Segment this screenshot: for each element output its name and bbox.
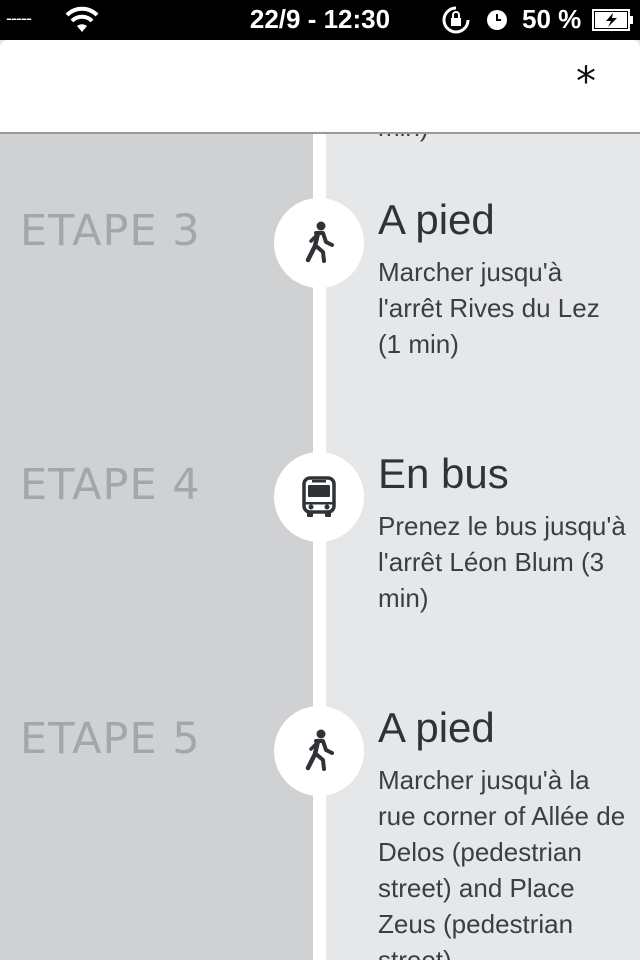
- step-marker: [274, 452, 364, 542]
- battery-charging-icon: [592, 9, 633, 31]
- status-bar: ----- 22/9 - 12:30 50 %: [0, 0, 640, 40]
- step-label: ETAPE 3: [20, 206, 201, 256]
- step-title: A pied: [378, 196, 495, 243]
- navigation-bar: *: [0, 40, 640, 134]
- step-description: Marcher jusqu'à la rue corner of Allée d…: [378, 765, 626, 960]
- rotation-lock-icon: [442, 6, 470, 34]
- asterisk-icon[interactable]: *: [576, 62, 596, 102]
- step-label: ETAPE 5: [20, 714, 201, 764]
- step-marker: [274, 706, 364, 796]
- walking-person-icon: [305, 729, 334, 771]
- step-label-column: [0, 134, 313, 960]
- battery-percent: 50 %: [522, 4, 582, 34]
- itinerary-timeline[interactable]: min) ETAPE 3 A pied Marcher jusqu'à l'ar…: [0, 134, 640, 960]
- step-title: En bus: [378, 450, 509, 497]
- bus-icon: [302, 476, 336, 517]
- step-description: Marcher jusqu'à l'arrêt Rives du Lez (1 …: [378, 257, 600, 359]
- walking-person-icon: [305, 221, 334, 263]
- step-title: A pied: [378, 704, 495, 751]
- step-label: ETAPE 4: [20, 460, 201, 510]
- step-marker: [274, 198, 364, 288]
- step-description: Prenez le bus jusqu'à l'arrêt Léon Blum …: [378, 511, 626, 613]
- alarm-clock-icon: [487, 10, 507, 30]
- previous-step-description: min): [378, 134, 429, 143]
